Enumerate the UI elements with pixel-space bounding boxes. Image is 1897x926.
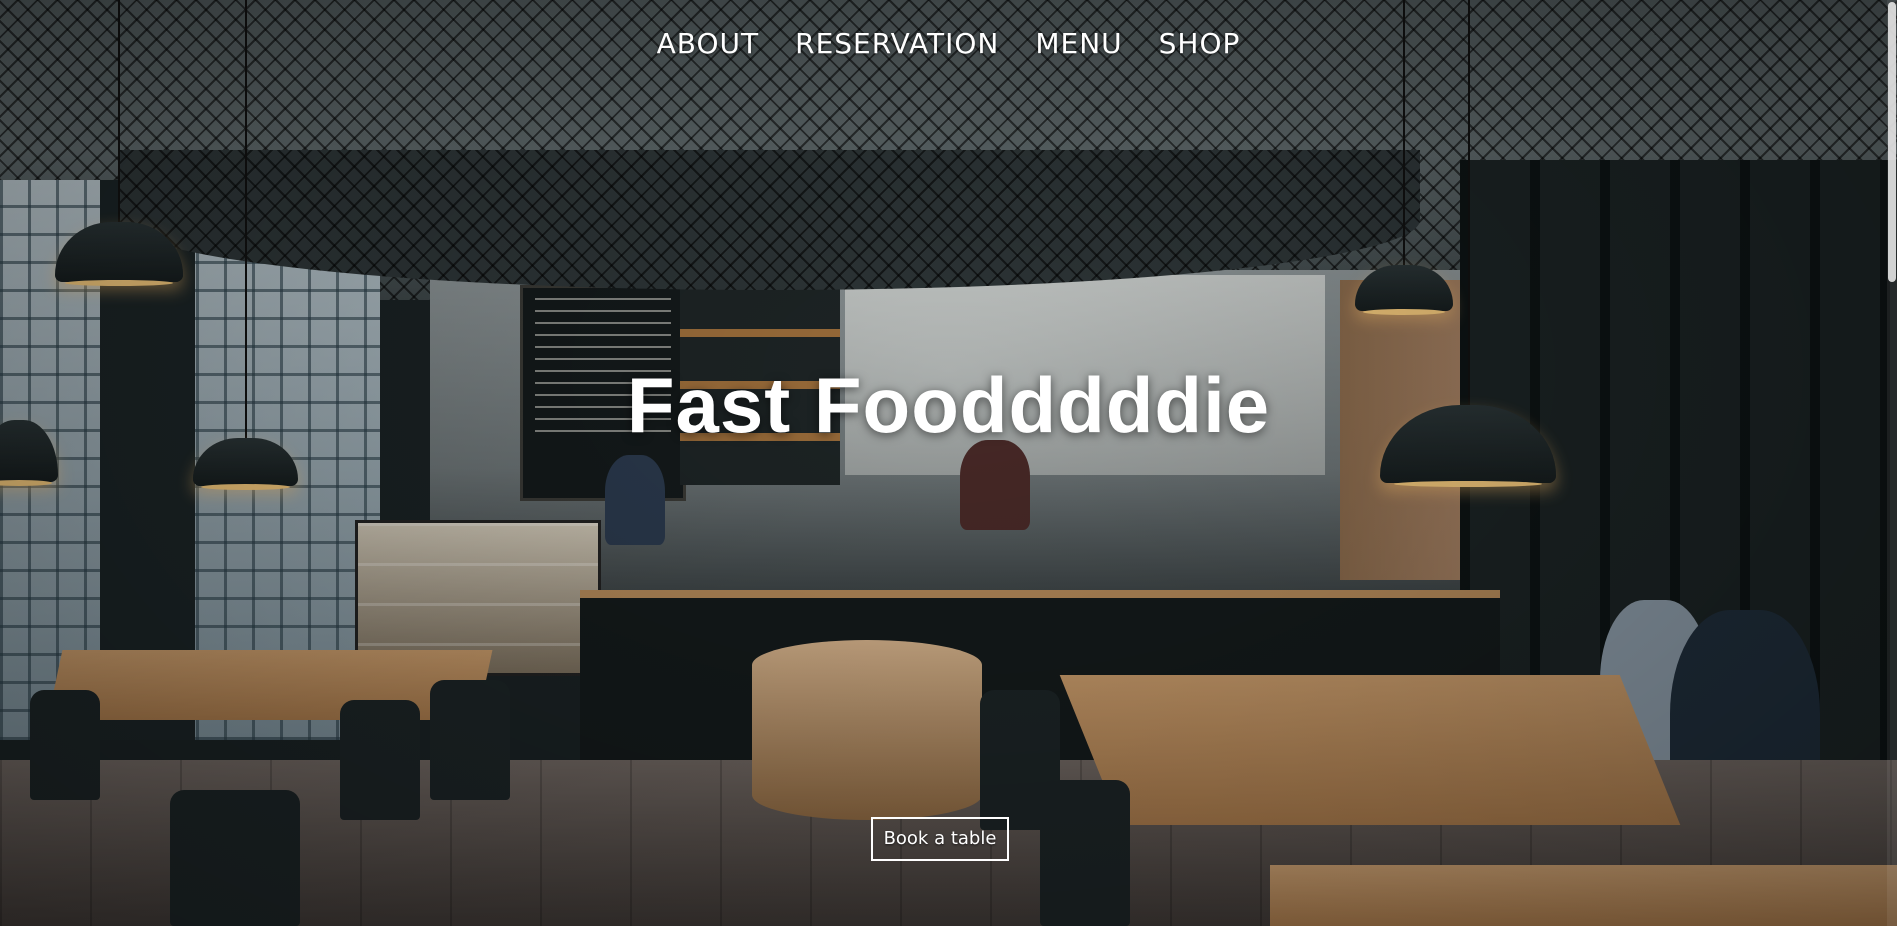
top-nav: ABOUT RESERVATION MENU SHOP	[0, 22, 1897, 66]
nav-reservation-link[interactable]: RESERVATION	[795, 22, 999, 66]
nav-about-link[interactable]: ABOUT	[657, 22, 760, 66]
nav-menu-link[interactable]: MENU	[1035, 22, 1122, 66]
hero-title: Fast Foodddddie	[626, 361, 1271, 449]
hero-background-image	[0, 0, 1897, 926]
scrollbar-thumb[interactable]	[1888, 2, 1896, 282]
page-scrollbar[interactable]	[1887, 0, 1897, 926]
nav-shop-link[interactable]: SHOP	[1159, 22, 1241, 66]
book-table-button[interactable]: Book a table	[871, 817, 1009, 861]
